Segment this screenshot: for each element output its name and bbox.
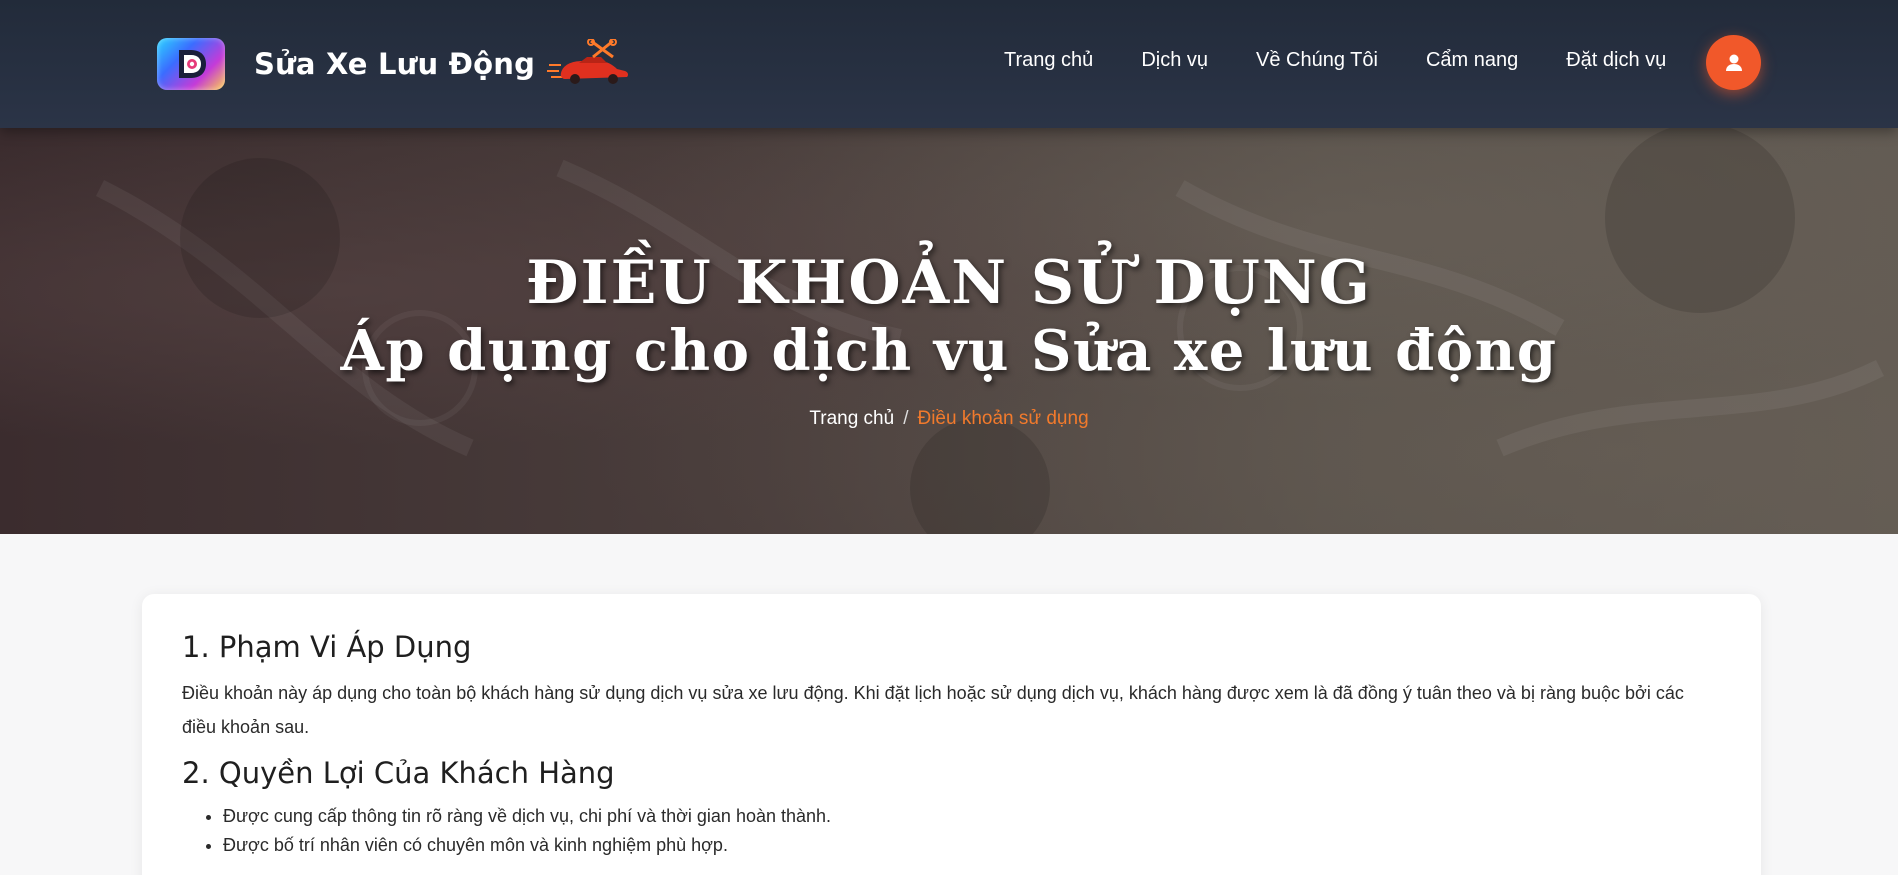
user-icon <box>1725 54 1742 71</box>
section-paragraph: Điều khoản này áp dụng cho toàn bộ khách… <box>182 683 1684 737</box>
breadcrumb-home-link[interactable]: Trang chủ <box>809 408 894 429</box>
page-title: ĐIỀU KHOẢN SỬ DỤNG <box>526 248 1372 318</box>
section-heading: 2. Quyền Lợi Của Khách Hàng <box>182 756 615 790</box>
nav-item-about[interactable]: Về Chúng Tôi <box>1256 49 1378 72</box>
car-wrench-icon <box>547 37 631 90</box>
main-content: 1. Phạm Vi Áp Dụng Điều khoản này áp dụn… <box>0 534 1898 875</box>
benefits-list: Được cung cấp thông tin rõ ràng về dịch … <box>223 802 1721 860</box>
section-heading: 1. Phạm Vi Áp Dụng <box>182 630 472 664</box>
nav-item-services[interactable]: Dịch vụ <box>1141 49 1208 72</box>
brand-name[interactable]: Sửa Xe Lưu Động <box>254 47 535 81</box>
main-nav: Trang chủ Dịch vụ Về Chúng Tôi Cẩm nang … <box>1004 49 1666 72</box>
user-account-button[interactable] <box>1706 35 1761 90</box>
page-subtitle: Áp dụng cho dịch vụ Sửa xe lưu động <box>340 318 1558 384</box>
terms-card: 1. Phạm Vi Áp Dụng Điều khoản này áp dụn… <box>142 594 1761 875</box>
hero-banner: ĐIỀU KHOẢN SỬ DỤNG Áp dụng cho dịch vụ S… <box>0 128 1898 534</box>
breadcrumb-current: Điều khoản sử dụng <box>917 408 1089 429</box>
breadcrumb-separator: / <box>903 408 909 429</box>
breadcrumb: Trang chủ / Điều khoản sử dụng <box>0 408 1898 430</box>
nav-item-handbook[interactable]: Cẩm nang <box>1426 49 1518 72</box>
nav-item-home[interactable]: Trang chủ <box>1004 49 1093 72</box>
nav-item-booking[interactable]: Đặt dịch vụ <box>1566 49 1666 72</box>
d-logo-icon[interactable] <box>157 38 225 90</box>
brand[interactable]: Sửa Xe Lưu Động <box>157 37 631 90</box>
site-header: Sửa Xe Lưu Động Trang chủ Dịch vụ Về Chú… <box>0 0 1898 128</box>
list-item: Được bố trí nhân viên có chuyên môn và k… <box>223 831 1721 860</box>
list-item: Được cung cấp thông tin rõ ràng về dịch … <box>223 802 1721 831</box>
